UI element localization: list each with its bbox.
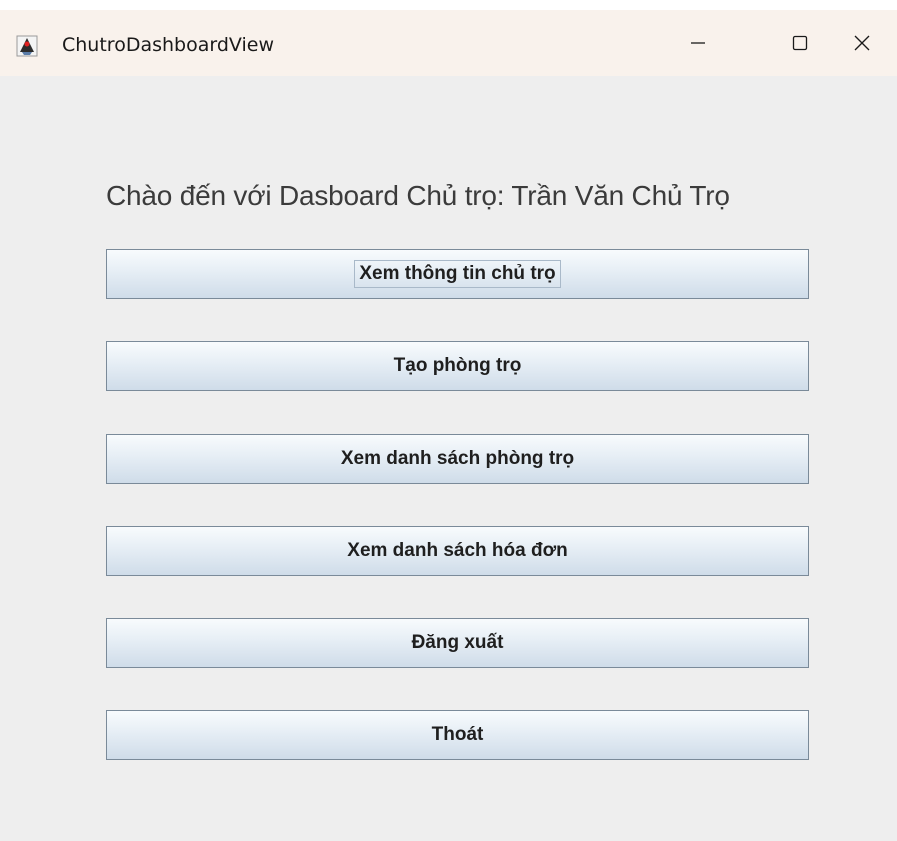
button-label: Tạo phòng trọ xyxy=(393,355,522,376)
maximize-button[interactable] xyxy=(770,10,830,76)
minimize-icon xyxy=(691,42,705,44)
content-panel: Chào đến với Dasboard Chủ trọ: Trần Văn … xyxy=(0,76,897,841)
exit-button[interactable]: Thoát xyxy=(106,710,809,760)
button-label: Thoát xyxy=(431,724,484,745)
view-room-list-button[interactable]: Xem danh sách phòng trọ xyxy=(106,434,809,484)
welcome-heading: Chào đến với Dasboard Chủ trọ: Trần Văn … xyxy=(106,180,730,211)
button-label: Xem thông tin chủ trọ xyxy=(354,260,561,288)
title-bar[interactable]: ChutroDashboardView xyxy=(0,10,897,76)
close-button[interactable] xyxy=(832,10,892,76)
create-room-button[interactable]: Tạo phòng trọ xyxy=(106,341,809,391)
window-top-edge xyxy=(0,0,897,10)
maximize-icon xyxy=(792,35,808,51)
button-label: Đăng xuất xyxy=(411,632,504,653)
button-label: Xem danh sách hóa đơn xyxy=(347,540,568,561)
app-window: ChutroDashboardView Chào đến với Dasboar… xyxy=(0,0,897,841)
close-icon xyxy=(854,35,870,51)
button-label: Xem danh sách phòng trọ xyxy=(340,448,575,469)
minimize-button[interactable] xyxy=(668,10,728,76)
java-duke-icon xyxy=(16,35,38,57)
window-title: ChutroDashboardView xyxy=(62,34,274,56)
view-invoice-list-button[interactable]: Xem danh sách hóa đơn xyxy=(106,526,809,576)
logout-button[interactable]: Đăng xuất xyxy=(106,618,809,668)
view-owner-info-button[interactable]: Xem thông tin chủ trọ xyxy=(106,249,809,299)
